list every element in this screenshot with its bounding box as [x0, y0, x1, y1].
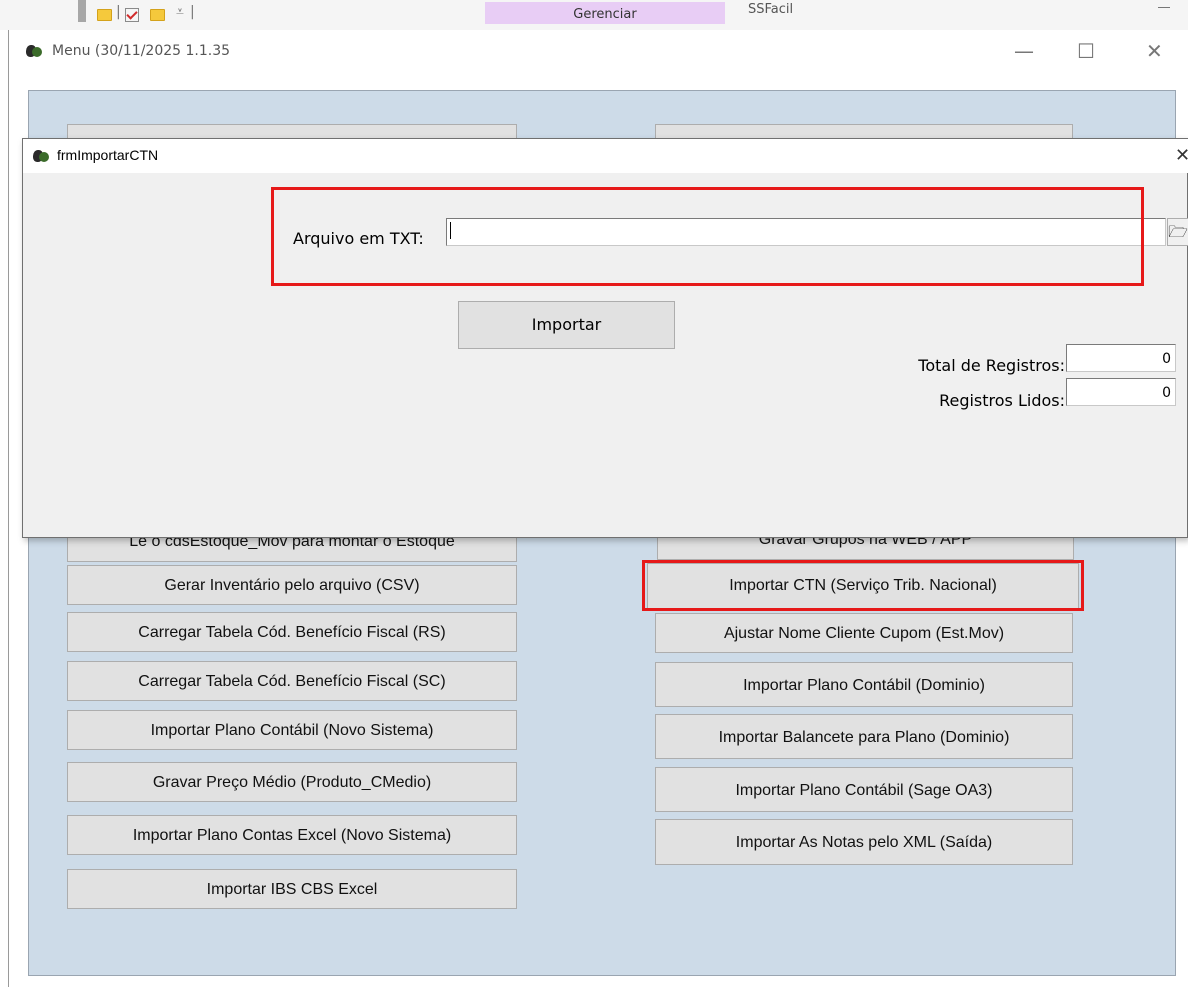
- registros-lidos-label: Registros Lidos:: [939, 391, 1065, 410]
- maximize-icon[interactable]: ☐: [1077, 39, 1095, 63]
- menu-button-ibs-cbs-excel[interactable]: Importar IBS CBS Excel: [67, 869, 517, 909]
- minimize-icon[interactable]: —: [1014, 39, 1034, 63]
- total-registros-field[interactable]: [1066, 344, 1176, 372]
- dialog-title-bar[interactable]: frmImportarCTN ✕: [23, 139, 1188, 173]
- menu-title-bar[interactable]: Menu (30/11/2025 1.1.35 — ☐ ✕: [9, 30, 1188, 72]
- dropdown-arrow-icon[interactable]: ⩡: [176, 4, 184, 20]
- close-icon[interactable]: ✕: [1175, 145, 1188, 166]
- checkbox-icon[interactable]: [125, 8, 139, 22]
- registros-lidos-field[interactable]: [1066, 378, 1176, 406]
- menu-window-title: Menu (30/11/2025 1.1.35: [52, 43, 231, 59]
- total-registros-label: Total de Registros:: [918, 356, 1065, 375]
- highlight-importar-ctn: [642, 560, 1084, 611]
- importar-button[interactable]: Importar: [458, 301, 675, 349]
- app-logo-icon: [25, 43, 43, 59]
- menu-button-plano-contabil-novo[interactable]: Importar Plano Contábil (Novo Sistema): [67, 710, 517, 750]
- background-app-edge: [78, 0, 86, 22]
- separator-icon: |: [116, 4, 121, 20]
- menu-button-ajustar-nome-cliente[interactable]: Ajustar Nome Cliente Cupom (Est.Mov): [655, 613, 1073, 653]
- close-icon[interactable]: ✕: [1146, 39, 1163, 63]
- gerenciar-tab[interactable]: Gerenciar: [485, 2, 725, 24]
- menu-button-beneficio-rs[interactable]: Carregar Tabela Cód. Benefício Fiscal (R…: [67, 612, 517, 652]
- app-logo-icon: [32, 148, 50, 164]
- folder-icon[interactable]: [150, 9, 165, 21]
- menu-button-plano-contabil-sage[interactable]: Importar Plano Contábil (Sage OA3): [655, 767, 1073, 812]
- menu-button-gerar-inventario[interactable]: Gerar Inventário pelo arquivo (CSV): [67, 565, 517, 605]
- browse-button[interactable]: 🗁: [1167, 218, 1188, 246]
- menu-button-plano-contas-excel[interactable]: Importar Plano Contas Excel (Novo Sistem…: [67, 815, 517, 855]
- menu-button-balancete-dominio[interactable]: Importar Balancete para Plano (Dominio): [655, 714, 1073, 759]
- menu-button-preco-medio[interactable]: Gravar Preço Médio (Produto_CMedio): [67, 762, 517, 802]
- dialog-title: frmImportarCTN: [57, 147, 159, 163]
- background-app-title: SSFacil: [748, 2, 794, 17]
- highlight-arquivo-field: [271, 187, 1144, 286]
- folder-icon[interactable]: [97, 9, 112, 21]
- background-minimize-icon[interactable]: [1158, 7, 1170, 8]
- folder-open-icon: 🗁: [1168, 222, 1188, 241]
- menu-button-notas-xml-saida[interactable]: Importar As Notas pelo XML (Saída): [655, 819, 1073, 865]
- background-app-toolbar: | ⩡ | Gerenciar SSFacil: [0, 0, 1188, 30]
- menu-button-beneficio-sc[interactable]: Carregar Tabela Cód. Benefício Fiscal (S…: [67, 661, 517, 701]
- menu-button-plano-contabil-dominio[interactable]: Importar Plano Contábil (Dominio): [655, 662, 1073, 707]
- separator-icon: |: [190, 4, 195, 20]
